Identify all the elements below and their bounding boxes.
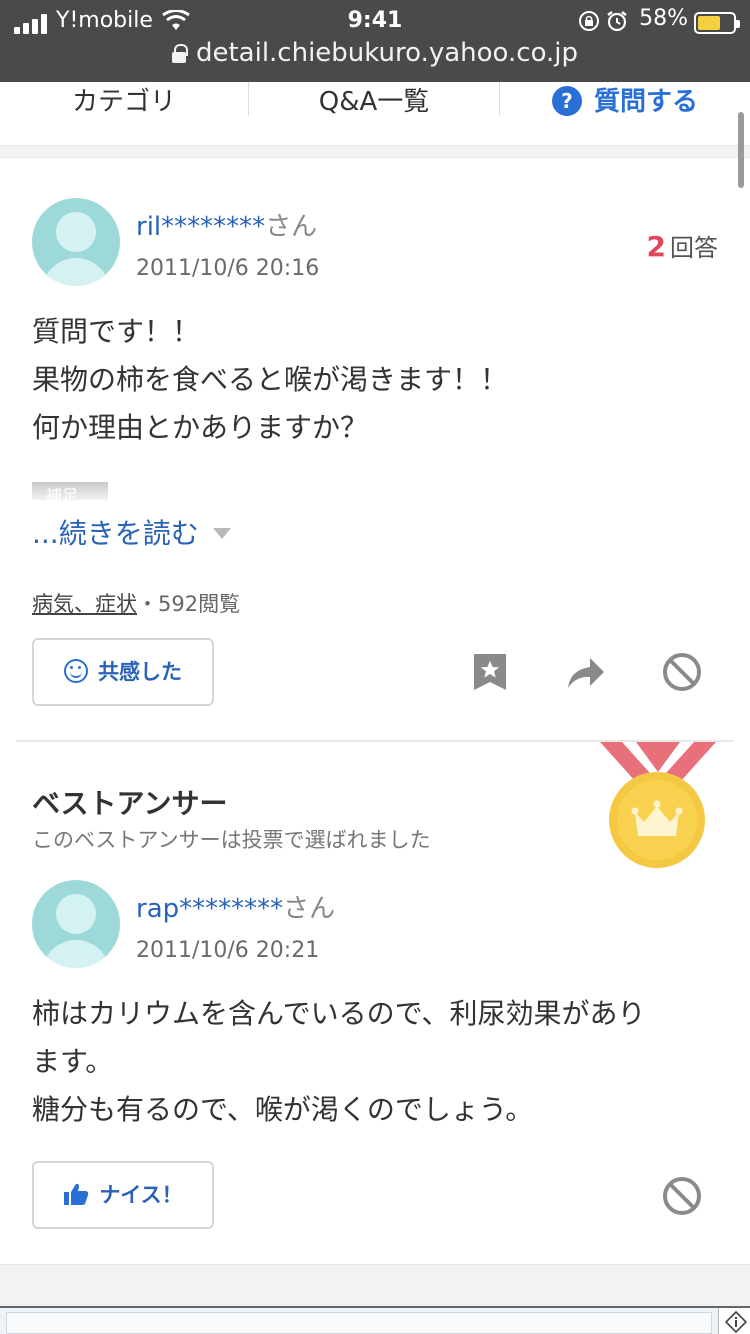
alarm-icon bbox=[607, 11, 627, 32]
smile-icon bbox=[64, 659, 88, 683]
section-separator bbox=[0, 1264, 750, 1308]
answer-count-label: 回答 bbox=[670, 234, 718, 262]
question-author[interactable]: ril********さん bbox=[136, 206, 317, 243]
chevron-down-icon bbox=[212, 528, 231, 539]
share-icon[interactable] bbox=[566, 654, 606, 694]
ad-info-corner[interactable] bbox=[718, 1308, 750, 1334]
nice-button[interactable]: ナイス！ bbox=[32, 1161, 214, 1229]
clock: 9:41 bbox=[347, 8, 403, 33]
url-text: detail.chiebukuro.yahoo.co.jp bbox=[195, 38, 579, 68]
question-date: 2011/10/6 20:16 bbox=[136, 256, 320, 281]
battery-icon bbox=[694, 12, 740, 34]
answer-count: 2 回答 bbox=[647, 228, 718, 263]
ask-label: 質問する bbox=[593, 87, 698, 117]
tab-ask-question[interactable]: ? 質問する bbox=[500, 82, 750, 122]
supplement-tag: 補足 bbox=[32, 482, 108, 500]
avatar[interactable] bbox=[32, 880, 120, 968]
best-answer-subtitle: このベストアンサーは投票で選ばれました bbox=[32, 828, 431, 852]
answer-body: 柿はカリウムを含んでいるので、利尿効果があり ます。 糖分も有るので、喉が渇くの… bbox=[32, 997, 646, 1126]
block-icon[interactable] bbox=[662, 1176, 702, 1216]
block-icon[interactable] bbox=[662, 652, 702, 692]
question-body: 質問です！！ 果物の柿を食べると喉が渇きます！！ 何か理由とかありますか？ bbox=[32, 315, 509, 444]
nav-tabs: カテゴリ Q&A一覧 ? 質問する bbox=[0, 82, 750, 146]
tab-category[interactable]: カテゴリ bbox=[0, 82, 248, 122]
best-answer-title: ベストアンサー bbox=[32, 787, 228, 820]
read-more-link[interactable]: ...続きを読む bbox=[32, 512, 231, 552]
answer-count-number: 2 bbox=[646, 230, 666, 263]
battery-percent: 58% bbox=[639, 6, 688, 31]
category-link[interactable]: 病気、症状 bbox=[32, 592, 137, 616]
rotation-lock-icon bbox=[579, 11, 599, 31]
status-bar: Y!mobile 9:41 58% detail.chiebukuro.yaho… bbox=[0, 0, 750, 82]
answer-date: 2011/10/6 20:21 bbox=[136, 938, 320, 963]
info-icon bbox=[725, 1311, 747, 1333]
empathy-button[interactable]: 共感した bbox=[32, 638, 214, 706]
lock-icon bbox=[171, 44, 188, 63]
url-bar[interactable]: detail.chiebukuro.yahoo.co.jp bbox=[0, 38, 750, 68]
section-separator bbox=[0, 146, 750, 158]
tab-qa-list[interactable]: Q&A一覧 bbox=[249, 82, 499, 122]
best-answer-medal-icon bbox=[600, 742, 716, 868]
question-meta: 病気、症状・592閲覧 bbox=[32, 588, 240, 618]
answer-author[interactable]: rap********さん bbox=[136, 888, 335, 925]
avatar[interactable] bbox=[32, 198, 120, 286]
scrollbar[interactable] bbox=[738, 112, 744, 188]
bookmark-icon[interactable] bbox=[470, 652, 510, 692]
view-count: ・592閲覧 bbox=[137, 592, 241, 616]
thumbs-up-icon bbox=[64, 1183, 89, 1205]
question-icon: ? bbox=[551, 86, 582, 116]
ad-frame[interactable] bbox=[0, 1306, 750, 1334]
